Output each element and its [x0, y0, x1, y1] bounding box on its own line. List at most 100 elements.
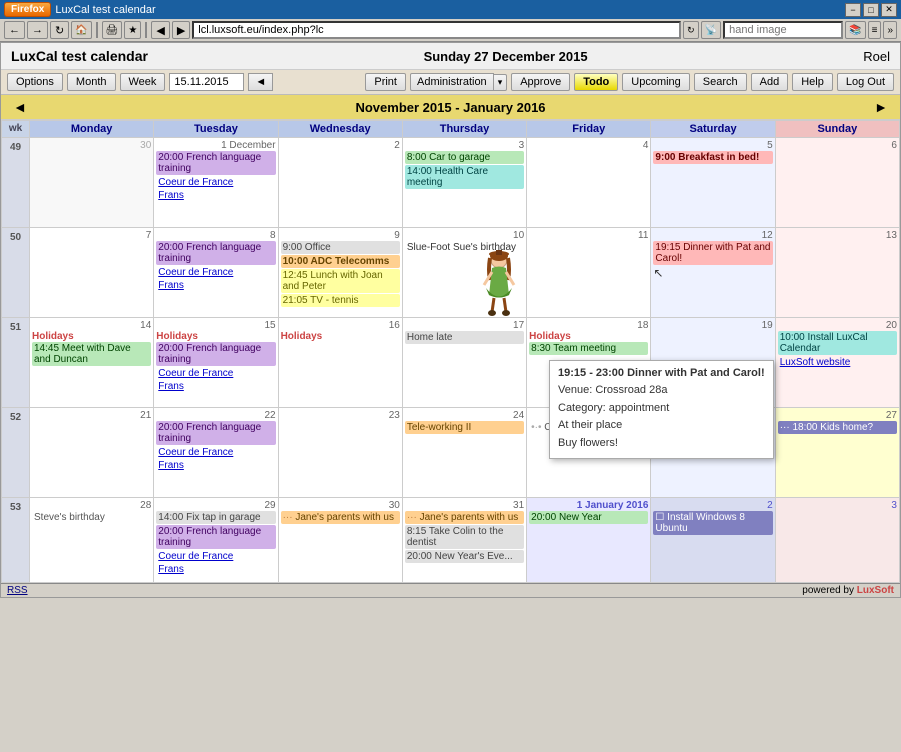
- cell-dec14[interactable]: 14 Holidays 14:45 Meet with Dave and Dun…: [30, 318, 154, 408]
- cal-nav-next[interactable]: ►: [874, 99, 888, 115]
- event[interactable]: 8:00 Car to garage: [405, 151, 524, 164]
- cell-dec22[interactable]: 22 20:00 French language training Coeur …: [154, 408, 278, 498]
- event[interactable]: Coeur de France: [156, 550, 275, 563]
- cell-dec17[interactable]: 17 Home late: [403, 318, 527, 408]
- event[interactable]: Frans: [156, 189, 275, 202]
- help-button[interactable]: Help: [792, 73, 833, 91]
- cell-dec5[interactable]: 5 9:00 Breakfast in bed!: [651, 138, 775, 228]
- event[interactable]: Coeur de France: [156, 367, 275, 380]
- print-tb-btn[interactable]: 🖨: [102, 21, 123, 39]
- address-fwd[interactable]: ▶: [172, 21, 190, 39]
- date-input[interactable]: [169, 73, 244, 91]
- week-button[interactable]: Week: [120, 73, 166, 91]
- cell-dec8[interactable]: 8 20:00 French language training Coeur d…: [154, 228, 278, 318]
- menu-btn[interactable]: ≡: [868, 21, 882, 39]
- event[interactable]: 14:00 Fix tap in garage: [156, 511, 275, 524]
- cell-nov30[interactable]: 30: [30, 138, 154, 228]
- event[interactable]: Frans: [156, 563, 275, 576]
- event[interactable]: 20:00 New Year: [529, 511, 648, 524]
- event[interactable]: 20:00 French language training: [156, 151, 275, 175]
- event[interactable]: 9:00 Office: [281, 241, 400, 254]
- upcoming-button[interactable]: Upcoming: [622, 73, 690, 91]
- todo-button[interactable]: Todo: [574, 73, 618, 91]
- event[interactable]: 20:00 French language training: [156, 342, 275, 366]
- event[interactable]: Coeur de France: [156, 266, 275, 279]
- event[interactable]: 9:00 Breakfast in bed!: [653, 151, 772, 164]
- cell-dec2[interactable]: 2: [279, 138, 403, 228]
- cell-dec28[interactable]: 28 Steve's birthday: [30, 498, 154, 583]
- back-btn[interactable]: ←: [4, 21, 25, 39]
- event[interactable]: 8:15 Take Colin to the dentist: [405, 525, 524, 549]
- event[interactable]: 10:00 Install LuxCal Calendar: [778, 331, 897, 355]
- win-minimize[interactable]: −: [845, 3, 861, 17]
- event[interactable]: 14:00 Health Care meeting: [405, 165, 524, 189]
- cell-dec23[interactable]: 23: [279, 408, 403, 498]
- cell-dec7[interactable]: 7: [30, 228, 154, 318]
- bookmark-btn[interactable]: ★: [124, 21, 141, 39]
- more-btn[interactable]: »: [883, 21, 897, 39]
- event[interactable]: 14:45 Meet with Dave and Duncan: [32, 342, 151, 366]
- reload-btn[interactable]: ↻: [50, 21, 69, 39]
- cell-dec3[interactable]: 3 8:00 Car to garage 14:00 Health Care m…: [403, 138, 527, 228]
- event[interactable]: ☐ Install Windows 8 Ubuntu: [653, 511, 772, 535]
- cell-jan3[interactable]: 3: [776, 498, 900, 583]
- address-back[interactable]: ◀: [151, 21, 169, 39]
- search-input[interactable]: [723, 21, 843, 39]
- forward-btn[interactable]: →: [27, 21, 48, 39]
- cell-dec4[interactable]: 4: [527, 138, 651, 228]
- cell-jan2[interactable]: 2 ☐ Install Windows 8 Ubuntu: [651, 498, 775, 583]
- cell-dec16[interactable]: 16 Holidays: [279, 318, 403, 408]
- address-input[interactable]: [192, 21, 681, 39]
- event[interactable]: LuxSoft website: [778, 356, 897, 369]
- cell-dec27-today[interactable]: 27 ··· 18:00 Kids home?: [776, 408, 900, 498]
- event[interactable]: Coeur de France: [156, 446, 275, 459]
- cell-dec15[interactable]: 15 Holidays 20:00 French language traini…: [154, 318, 278, 408]
- logout-button[interactable]: Log Out: [837, 73, 894, 91]
- cell-dec30[interactable]: 30 ··· Jane's parents with us: [279, 498, 403, 583]
- cell-dec20[interactable]: 20 10:00 Install LuxCal Calendar LuxSoft…: [776, 318, 900, 408]
- cell-dec31[interactable]: 31 ··· Jane's parents with us 8:15 Take …: [403, 498, 527, 583]
- event[interactable]: Frans: [156, 279, 275, 292]
- rss-link[interactable]: RSS: [7, 585, 28, 596]
- month-button[interactable]: Month: [67, 73, 116, 91]
- options-button[interactable]: Options: [7, 73, 63, 91]
- administration-button[interactable]: Administration: [410, 73, 494, 91]
- event[interactable]: Frans: [156, 459, 275, 472]
- event[interactable]: Home late: [405, 331, 524, 344]
- cell-dec24[interactable]: 24 Tele-working II: [403, 408, 527, 498]
- print-button[interactable]: Print: [365, 73, 406, 91]
- cell-dec12[interactable]: 12 19:15 Dinner with Pat and Carol! ↖: [651, 228, 775, 318]
- cal-nav-prev[interactable]: ◄: [13, 99, 27, 115]
- cell-dec1[interactable]: 1 December 20:00 French language trainin…: [154, 138, 278, 228]
- rss-btn[interactable]: 📡: [701, 21, 721, 39]
- search-button[interactable]: Search: [694, 73, 747, 91]
- refresh-btn[interactable]: ↻: [683, 21, 699, 39]
- event[interactable]: 20:00 New Year's Eve...: [405, 550, 524, 563]
- cell-jan1[interactable]: 1 January 2016 20:00 New Year: [527, 498, 651, 583]
- add-button[interactable]: Add: [751, 73, 789, 91]
- administration-arrow[interactable]: ▾: [494, 74, 508, 91]
- event[interactable]: 10:00 ADC Telecomms: [281, 255, 400, 268]
- event[interactable]: 8:30 Team meeting: [529, 342, 648, 355]
- event[interactable]: Steve's birthday: [32, 511, 151, 524]
- win-close[interactable]: ✕: [881, 3, 897, 17]
- firefox-button[interactable]: Firefox: [4, 2, 51, 17]
- cell-dec13[interactable]: 13: [776, 228, 900, 318]
- cell-dec11[interactable]: 11: [527, 228, 651, 318]
- cell-dec21[interactable]: 21: [30, 408, 154, 498]
- event[interactable]: 20:00 French language training: [156, 525, 275, 549]
- event[interactable]: Tele-working II: [405, 421, 524, 434]
- nav-prev-toolbar[interactable]: ◄: [248, 73, 273, 91]
- approve-button[interactable]: Approve: [511, 73, 570, 91]
- event[interactable]: ··· Jane's parents with us: [281, 511, 400, 524]
- cell-dec6[interactable]: 6: [776, 138, 900, 228]
- event[interactable]: Coeur de France: [156, 176, 275, 189]
- home-btn[interactable]: 🏠: [71, 21, 91, 39]
- event[interactable]: 12:45 Lunch with Joan and Peter: [281, 269, 400, 293]
- cell-dec10[interactable]: 10 Slue-Foot Sue's birthday: [403, 228, 527, 318]
- cell-dec29[interactable]: 29 14:00 Fix tap in garage 20:00 French …: [154, 498, 278, 583]
- event[interactable]: 21:05 TV - tennis: [281, 294, 400, 307]
- event[interactable]: 20:00 French language training: [156, 421, 275, 445]
- win-maximize[interactable]: □: [863, 3, 879, 17]
- bookmarks-side[interactable]: 📚: [845, 21, 865, 39]
